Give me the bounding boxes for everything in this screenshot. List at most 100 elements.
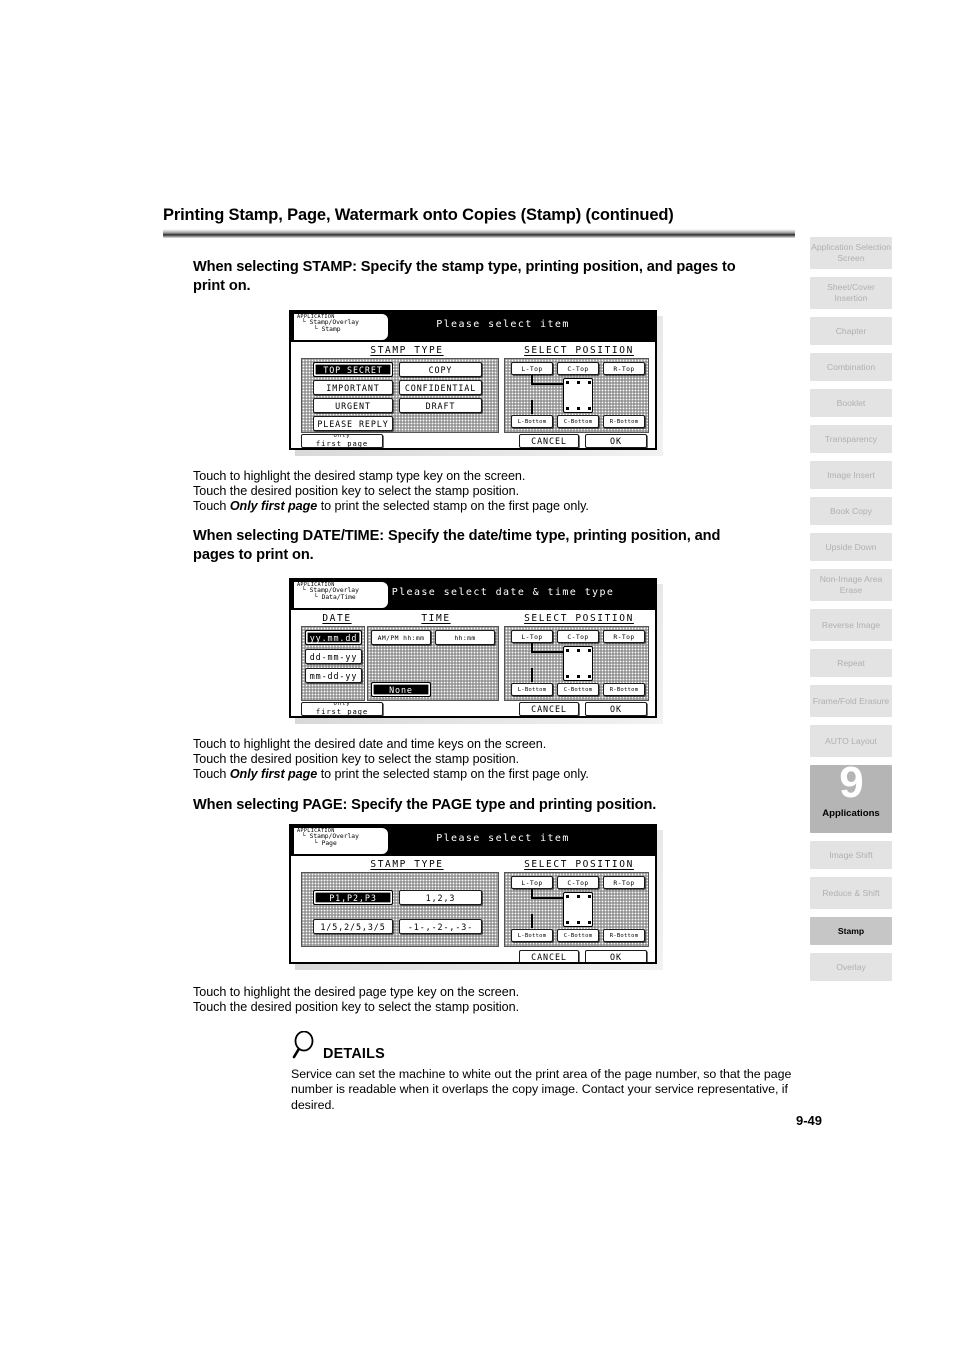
sidebar-tab-upside-down[interactable]: Upside Down [810,533,892,561]
page-type-key-123[interactable]: 1,2,3 [399,890,482,905]
paper-preview-icon [563,892,593,927]
position-key-l-top[interactable]: L-Top [511,876,553,889]
sidebar-tab-label: Image Shift [829,849,873,860]
lcd-titlebar: APPLICATION └ Stamp/Overlay └ Page Pleas… [291,826,655,856]
note-stamp-3: Touch Only first page to print the selec… [193,499,589,513]
position-key-r-bottom[interactable]: R-Bottom [603,415,645,428]
time-key-ampm-hhmm[interactable]: AM/PM hh:mm [371,630,431,645]
sidebar-tab-booklet[interactable]: Booklet [810,389,892,417]
position-key-r-top[interactable]: R-Top [603,876,645,889]
position-key-c-top[interactable]: C-Top [557,876,599,889]
date-key-dd-mm-yy[interactable]: dd-mm-yy [305,649,362,664]
lcd-titlebar: APPLICATION └ Stamp/Overlay └ Data/Time … [291,580,655,610]
ok-button[interactable]: OK [585,702,647,716]
sidebar-tab-repeat[interactable]: Repeat [810,649,892,677]
note-datetime-2: Touch the desired position key to select… [193,752,520,766]
stamp-type-panel [301,872,499,947]
stamp-type-key-confidential[interactable]: CONFIDENTIAL [399,380,482,395]
sidebar-tab-label: Upside Down [825,541,877,552]
sidebar-tab-non-image-area-erase[interactable]: Non-Image Area Erase [810,569,892,601]
position-key-r-bottom[interactable]: R-Bottom [603,683,645,696]
position-key-r-top[interactable]: R-Top [603,362,645,375]
sidebar-tab-label: Application Selection Screen [811,242,891,263]
position-key-l-bottom[interactable]: L-Bottom [511,929,553,942]
sidebar-tab-combination[interactable]: Combination [810,353,892,381]
stamp-type-key-important[interactable]: IMPORTANT [313,380,393,395]
position-key-c-top[interactable]: C-Top [557,362,599,375]
stamp-type-key-draft[interactable]: DRAFT [399,398,482,413]
note-datetime-1: Touch to highlight the desired date and … [193,737,547,751]
position-link-line [531,897,565,899]
sidebar-tab-book-copy[interactable]: Book Copy [810,497,892,525]
position-key-c-top[interactable]: C-Top [557,630,599,643]
select-position-column-title: SELECT POSITION [524,859,634,870]
position-key-l-bottom[interactable]: L-Bottom [511,683,553,696]
position-key-l-bottom[interactable]: L-Bottom [511,415,553,428]
sidebar-tab-sheet-cover-insertion[interactable]: Sheet/Cover Insertion [810,277,892,309]
page-type-key-p1p2p3[interactable]: P1,P2,P3 [313,890,393,905]
lcd-screenshot-datetime: APPLICATION └ Stamp/Overlay └ Data/Time … [289,578,663,724]
time-column-title: TIME [421,613,451,624]
sidebar-tab-label: Reduce & Shift [822,887,880,898]
chapter-tab-rail: Application Selection Screen Sheet/Cover … [810,237,892,989]
position-link-line [531,668,533,682]
note-datetime-3: Touch Only first page to print the selec… [193,767,589,781]
cancel-button[interactable]: CANCEL [519,950,579,962]
section-heading-datetime: When selecting DATE/TIME: Specify the da… [193,528,721,564]
sidebar-tab-auto-layout[interactable]: AUTO Layout [810,725,892,757]
stamp-type-key-top-secret[interactable]: TOP SECRET [313,362,393,377]
details-text: Service can set the machine to white out… [291,1067,792,1112]
only-first-page-button[interactable]: Only first page [301,702,383,716]
sidebar-tab-label: Combination [826,361,876,372]
sidebar-tab-transparency[interactable]: Transparency [810,425,892,453]
note-page-2: Touch the desired position key to select… [193,1000,520,1014]
cancel-button[interactable]: CANCEL [519,434,579,448]
time-key-none[interactable]: None [371,682,431,697]
lcd-titlebar: APPLICATION └ Stamp/Overlay └ Stamp Plea… [291,312,655,342]
sidebar-tab-image-insert[interactable]: Image Insert [810,461,892,489]
sidebar-tab-frame-fold-erasure[interactable]: Frame/Fold Erasure [810,685,892,717]
sidebar-tab-reduce-shift[interactable]: Reduce & Shift [810,877,892,909]
position-key-r-bottom[interactable]: R-Bottom [603,929,645,942]
date-key-yy-mm-dd[interactable]: yy.mm.dd [305,630,362,645]
stamp-type-key-urgent[interactable]: URGENT [313,398,393,413]
sidebar-tab-image-shift[interactable]: Image Shift [810,841,892,869]
position-key-r-top[interactable]: R-Top [603,630,645,643]
position-key-c-bottom[interactable]: C-Bottom [557,929,599,942]
position-key-c-bottom[interactable]: C-Bottom [557,415,599,428]
position-key-l-top[interactable]: L-Top [511,630,553,643]
position-key-l-top[interactable]: L-Top [511,362,553,375]
sidebar-tab-application-selection-screen[interactable]: Application Selection Screen [810,237,892,269]
page-title: Printing Stamp, Page, Watermark onto Cop… [163,206,674,224]
position-link-line [531,400,533,414]
cancel-button[interactable]: CANCEL [519,702,579,716]
paper-preview-icon [563,646,593,681]
sidebar-tab-reverse-image[interactable]: Reverse Image [810,609,892,641]
position-key-c-bottom[interactable]: C-Bottom [557,683,599,696]
note-stamp-2: Touch the desired position key to select… [193,484,520,498]
date-key-mm-dd-yy[interactable]: mm-dd-yy [305,668,362,683]
page-type-key-dashed[interactable]: -1-,-2-,-3- [399,919,482,934]
sidebar-tab-label: Applications [822,807,880,819]
sidebar-tab-label: Stamp [837,925,865,936]
select-position-column-title: SELECT POSITION [524,613,634,624]
stamp-type-key-please-reply[interactable]: PLEASE REPLY [313,416,393,431]
select-position-column-title: SELECT POSITION [524,345,634,356]
section-heading-stamp: When selecting STAMP: Specify the stamp … [193,259,736,295]
sidebar-tab-overlay[interactable]: Overlay [810,953,892,981]
sidebar-tab-label: Frame/Fold Erasure [812,695,890,706]
time-key-hhmm[interactable]: hh:mm [435,630,495,645]
only-first-page-button[interactable]: Only first page [301,434,383,448]
page-type-key-fraction[interactable]: 1/5,2/5,3/5 [313,919,393,934]
lcd-prompt: Please select item [436,833,570,844]
sidebar-tab-label: Image Insert [827,469,875,480]
sidebar-tab-label: Booklet [836,397,866,408]
sidebar-tab-label: AUTO Layout [825,735,877,746]
stamp-type-key-copy[interactable]: COPY [399,362,482,377]
sidebar-tab-stamp[interactable]: Stamp [810,917,892,945]
note-stamp-1: Touch to highlight the desired stamp typ… [193,469,526,483]
ok-button[interactable]: OK [585,434,647,448]
ok-button[interactable]: OK [585,950,647,962]
sidebar-tab-applications[interactable]: 9 Applications [810,761,892,833]
sidebar-tab-chapter[interactable]: Chapter [810,317,892,345]
